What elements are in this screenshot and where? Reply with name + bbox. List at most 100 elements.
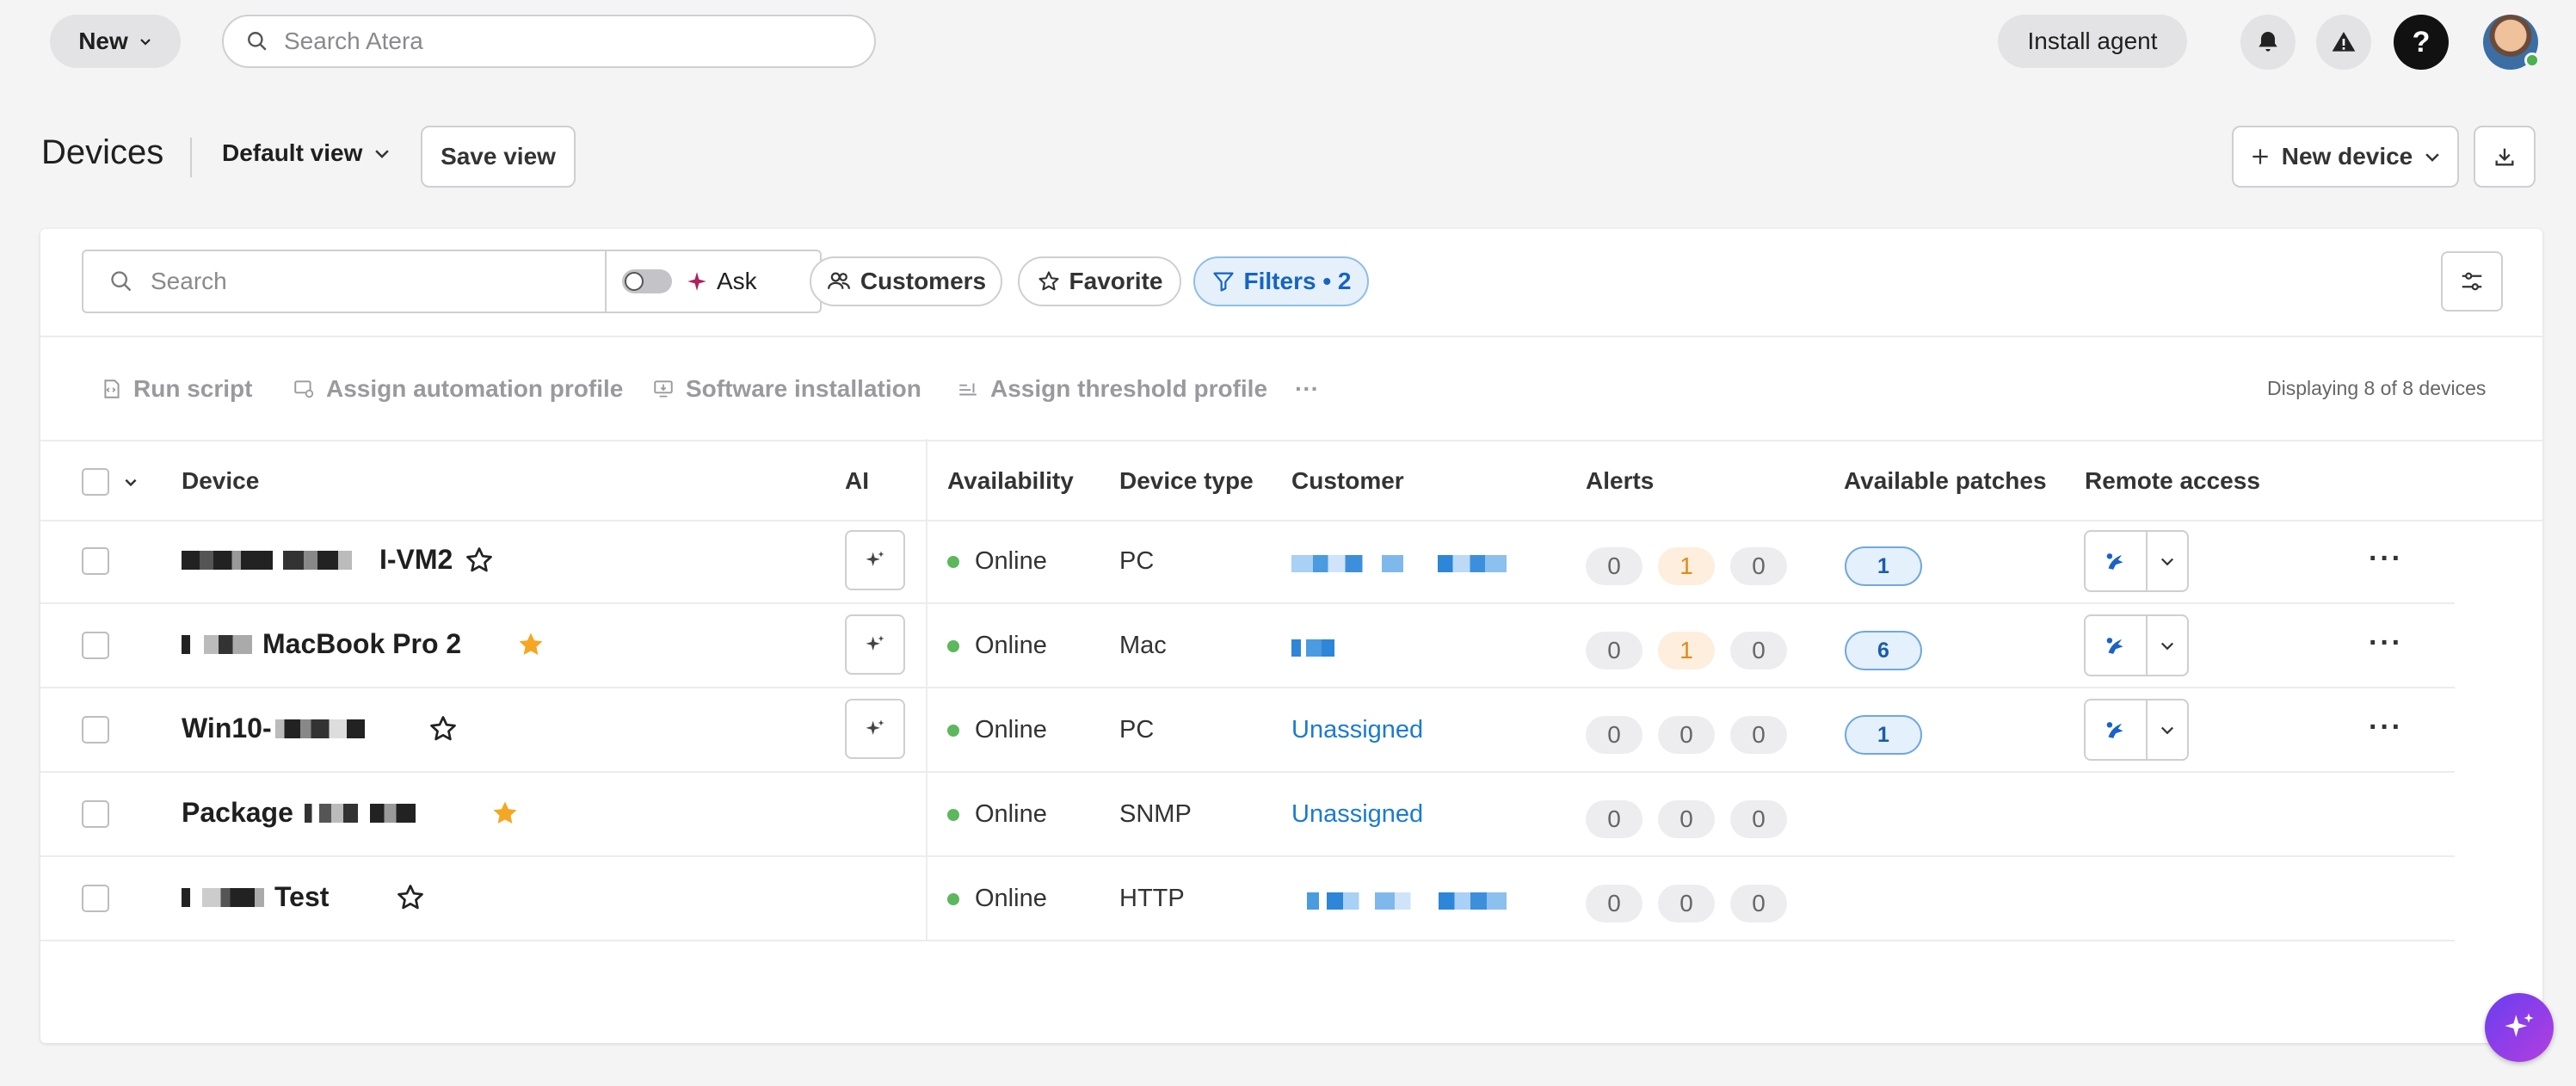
row-more-button[interactable]: ··· (2369, 626, 2403, 660)
export-button[interactable] (2474, 126, 2536, 188)
favorite-star-icon[interactable] (490, 798, 521, 829)
chevron-down-icon[interactable] (123, 474, 139, 490)
device-name[interactable]: I-VM2 (182, 544, 453, 576)
remote-options-button[interactable] (2148, 700, 2187, 759)
alert-count-critical[interactable]: 0 (1586, 716, 1642, 754)
patches-badge[interactable]: 1 (1845, 546, 1922, 586)
alert-count-info[interactable]: 0 (1730, 716, 1787, 754)
ask-button[interactable]: Ask (686, 268, 757, 295)
row-checkbox[interactable] (82, 632, 109, 659)
row-more-button[interactable]: ··· (2369, 711, 2403, 744)
user-avatar[interactable] (2483, 15, 2540, 70)
run-script-action[interactable]: Run script (101, 375, 252, 403)
column-settings-button[interactable] (2441, 251, 2503, 312)
filters-chip[interactable]: Filters • 2 (1193, 256, 1369, 306)
favorite-filter-chip[interactable]: Favorite (1018, 256, 1181, 306)
row-checkbox[interactable] (82, 885, 109, 912)
alert-count-info[interactable]: 0 (1730, 885, 1787, 922)
alert-count-info[interactable]: 0 (1730, 800, 1787, 838)
ai-assistant-fab[interactable] (2485, 993, 2554, 1062)
install-agent-button[interactable]: Install agent (1998, 15, 2187, 68)
new-device-button[interactable]: New device (2232, 126, 2459, 188)
device-name[interactable]: Package (182, 797, 416, 829)
remote-connect-icon (2106, 722, 2123, 738)
device-name[interactable]: MacBook Pro 2 (182, 628, 461, 660)
column-device[interactable]: Device (182, 467, 259, 495)
status-text: Online (975, 716, 1047, 744)
more-actions-button[interactable]: ··· (1295, 375, 1319, 403)
favorite-star-icon[interactable] (428, 713, 459, 744)
software-installation-label: Software installation (686, 375, 921, 402)
device-search-input[interactable] (151, 268, 581, 295)
customer-cell[interactable]: Unassigned (1291, 800, 1423, 829)
help-button[interactable]: ? (2394, 15, 2449, 70)
ai-column-divider (926, 439, 927, 941)
row-checkbox[interactable] (82, 800, 109, 828)
alert-count-warning[interactable]: 0 (1658, 885, 1715, 922)
favorite-star-icon[interactable] (515, 629, 546, 660)
column-available-patches[interactable]: Available patches (1844, 467, 2047, 495)
alert-count-critical[interactable]: 0 (1586, 547, 1642, 585)
column-customer[interactable]: Customer (1291, 467, 1404, 495)
remote-connect-button[interactable] (2086, 616, 2148, 675)
patches-badge[interactable]: 6 (1845, 631, 1922, 670)
patches-badge[interactable]: 1 (1845, 715, 1922, 755)
remote-options-button[interactable] (2148, 616, 2187, 675)
software-installation-action[interactable]: Software installation (651, 375, 921, 403)
alert-count-critical[interactable]: 0 (1586, 632, 1642, 669)
customer-cell[interactable]: Unassigned (1291, 716, 1423, 744)
view-selector[interactable]: Default view (222, 139, 391, 167)
bell-icon (2259, 32, 2277, 52)
header-divider-line (40, 520, 2542, 521)
alert-count-critical[interactable]: 0 (1586, 800, 1642, 838)
row-checkbox[interactable] (82, 547, 109, 575)
remote-connect-button[interactable] (2086, 532, 2148, 590)
alert-count-warning[interactable]: 1 (1658, 632, 1715, 669)
device-name[interactable]: Win10- (182, 713, 365, 744)
notifications-button[interactable] (2240, 15, 2296, 70)
select-all-checkbox[interactable] (82, 468, 109, 496)
alert-count-info[interactable]: 0 (1730, 632, 1787, 669)
device-name[interactable]: Test (182, 881, 329, 913)
global-search-input[interactable] (284, 28, 835, 55)
ai-assist-button[interactable] (845, 699, 905, 759)
warnings-button[interactable] (2316, 15, 2371, 70)
remote-options-button[interactable] (2148, 532, 2187, 590)
alert-count-warning[interactable]: 0 (1658, 716, 1715, 754)
row-more-button[interactable]: ··· (2369, 542, 2403, 576)
alert-count-info[interactable]: 0 (1730, 547, 1787, 585)
chevron-down-icon (140, 39, 151, 46)
alert-count-warning[interactable]: 1 (1658, 547, 1715, 585)
alert-count-warning[interactable]: 0 (1658, 800, 1715, 838)
availability-cell: Online (947, 547, 1047, 576)
ask-toggle[interactable] (622, 269, 672, 293)
row-divider (40, 771, 2455, 773)
favorite-star-icon[interactable] (464, 545, 495, 576)
column-ai[interactable]: AI (845, 467, 869, 495)
device-type-cell: PC (1119, 716, 1155, 744)
column-remote-access[interactable]: Remote access (2085, 467, 2260, 495)
customers-filter-chip[interactable]: Customers (810, 256, 1002, 306)
column-alerts[interactable]: Alerts (1586, 467, 1654, 495)
column-device-type[interactable]: Device type (1119, 467, 1254, 495)
row-divider (40, 602, 2455, 604)
global-search[interactable] (222, 15, 876, 68)
alert-count-critical[interactable]: 0 (1586, 885, 1642, 922)
customer-cell[interactable] (1307, 886, 1507, 915)
ai-assist-button[interactable] (845, 530, 905, 590)
customer-cell[interactable] (1291, 633, 1334, 662)
new-button[interactable]: New (50, 15, 181, 68)
chevron-down-icon (2160, 642, 2174, 651)
remote-connect-button[interactable] (2086, 700, 2148, 759)
assign-automation-action[interactable]: Assign automation profile (292, 375, 623, 403)
customer-cell[interactable] (1291, 549, 1507, 577)
save-view-button[interactable]: Save view (421, 126, 576, 188)
favorite-star-icon[interactable] (395, 882, 426, 913)
chevron-down-icon (2425, 153, 2440, 162)
ai-assist-button[interactable] (845, 614, 905, 675)
row-checkbox[interactable] (82, 716, 109, 744)
remote-connect-icon (2106, 553, 2123, 570)
device-search-box[interactable] (83, 251, 607, 312)
assign-threshold-action[interactable]: Assign threshold profile (956, 375, 1267, 403)
column-availability[interactable]: Availability (947, 467, 1074, 495)
